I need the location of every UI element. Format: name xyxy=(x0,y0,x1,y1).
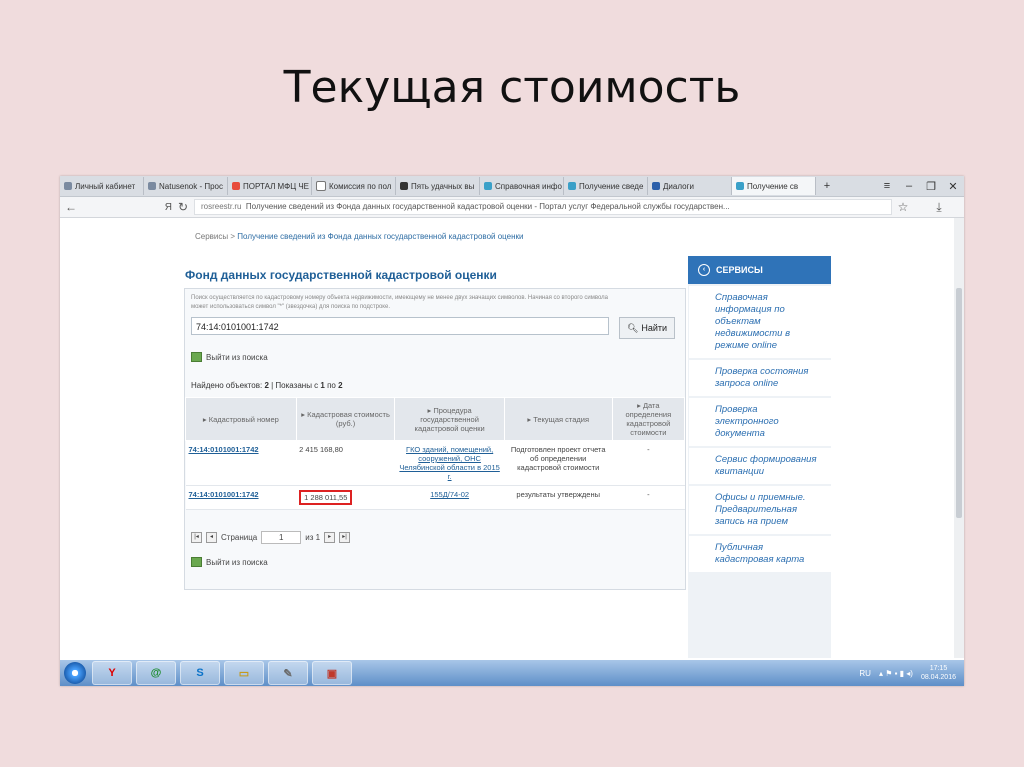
minimize-icon[interactable]: – xyxy=(898,180,920,192)
prev-page-icon[interactable]: ◂ xyxy=(206,532,217,543)
address-bar: ← Я ↻ rosreestr.ru Получение сведений из… xyxy=(60,197,964,218)
start-button[interactable] xyxy=(64,662,86,684)
procedure-link[interactable]: ГКО зданий, помещений, сооружений, ОНС Ч… xyxy=(399,445,499,481)
first-page-icon[interactable]: |◂ xyxy=(191,532,202,543)
yandex-browser-icon[interactable]: Y xyxy=(92,661,132,685)
exit-search-link-bottom[interactable]: Выйти из поиска xyxy=(191,557,268,567)
pagination: |◂ ◂ Страница 1 из 1 ▸ ▸| xyxy=(191,531,351,544)
bookmark-star-icon[interactable]: ☆ xyxy=(892,200,914,214)
browser-screenshot: Личный кабинет Natusenok - Прос ПОРТАЛ М… xyxy=(60,176,964,686)
web-page: Сервисы > Получение сведений из Фонда да… xyxy=(60,218,964,658)
next-page-icon[interactable]: ▸ xyxy=(324,532,336,543)
favicon-icon xyxy=(64,182,72,190)
yandex-icon[interactable]: Я xyxy=(82,202,172,213)
search-icon: 🔍︎ xyxy=(626,322,639,333)
system-tray: RU ▴ ⚑ ▪ ▮ ◂) 17:15 08.04.2016 xyxy=(859,664,964,682)
last-page-icon[interactable]: ▸| xyxy=(339,532,351,543)
play-icon xyxy=(400,182,408,190)
breadcrumb: Сервисы > Получение сведений из Фонда да… xyxy=(195,232,524,241)
scrollbar-thumb[interactable] xyxy=(956,288,962,518)
find-button[interactable]: 🔍︎ Найти xyxy=(619,317,675,339)
highlighted-cost: 1 288 011,55 xyxy=(299,490,353,505)
exit-icon xyxy=(191,352,202,362)
favicon-icon xyxy=(652,182,660,190)
exit-search-link-top[interactable]: Выйти из поиска xyxy=(191,352,268,362)
tab-bar: Личный кабинет Natusenok - Прос ПОРТАЛ М… xyxy=(60,176,964,197)
slide-title: Текущая стоимость xyxy=(283,62,741,113)
date-cell: - xyxy=(612,485,685,510)
search-hint: Поиск осуществляется по кадастровому ном… xyxy=(191,295,608,310)
cost-cell: 2 415 168,80 xyxy=(296,440,395,486)
tab-1[interactable]: Личный кабинет xyxy=(60,177,144,195)
col-cost[interactable]: ▸ Кадастровая стоимость (руб.) xyxy=(295,397,396,441)
tab-2[interactable]: Natusenok - Прос xyxy=(144,177,228,195)
cadastral-number-link[interactable]: 74:14:0101001:1742 xyxy=(189,490,259,499)
favicon-icon xyxy=(148,182,156,190)
scrollbar[interactable] xyxy=(954,218,964,658)
favicon-icon xyxy=(232,182,240,190)
results-count: Найдено объектов: 2 | Показаны с 1 по 2 xyxy=(191,381,343,390)
taskbar: Y @ S ▭ ✎ ▣ RU ▴ ⚑ ▪ ▮ ◂) 17:15 08.04.20… xyxy=(60,660,964,686)
results-table: ▸ Кадастровый номер ▸ Кадастровая стоимо… xyxy=(185,397,686,510)
clock[interactable]: 17:15 08.04.2016 xyxy=(921,664,956,682)
sidebar-header[interactable]: ‹ СЕРВИСЫ xyxy=(688,256,831,284)
table-row: 74:14:0101001:1742 1 288 011,55 155Д/74-… xyxy=(185,485,685,510)
col-procedure[interactable]: ▸ Процедура государственной кадастровой … xyxy=(394,397,505,441)
document-icon xyxy=(316,181,326,191)
sidebar-item-receipt[interactable]: Сервис формирования квитанции xyxy=(688,448,831,484)
sidebar-item-cadastral-map[interactable]: Публичная кадастровая карта xyxy=(688,536,831,572)
col-date[interactable]: ▸ Дата определения кадастровой стоимости xyxy=(611,397,686,441)
download-icon[interactable]: ⤓ xyxy=(914,200,964,215)
folder-icon[interactable]: ▭ xyxy=(224,661,264,685)
chevron-left-icon: ‹ xyxy=(698,264,710,276)
tab-6[interactable]: Справочная инфо xyxy=(480,177,564,195)
sidebar-item-offices[interactable]: Офисы и приемные. Предварительная запись… xyxy=(688,486,831,534)
tray-icons[interactable]: ▴ ⚑ ▪ ▮ ◂) xyxy=(879,669,913,678)
language-indicator[interactable]: RU xyxy=(859,669,871,678)
cadastral-number-link[interactable]: 74:14:0101001:1742 xyxy=(189,445,259,454)
reload-icon[interactable]: ↻ xyxy=(172,200,194,214)
sidebar-item-edoc-check[interactable]: Проверка электронного документа xyxy=(688,398,831,446)
url-field[interactable]: rosreestr.ru Получение сведений из Фонда… xyxy=(194,199,892,215)
back-icon[interactable]: ← xyxy=(60,200,82,214)
stage-cell: результаты утверждены xyxy=(504,485,613,510)
breadcrumb-root[interactable]: Сервисы xyxy=(195,232,228,241)
col-stage[interactable]: ▸ Текущая стадия xyxy=(503,397,613,441)
tab-3[interactable]: ПОРТАЛ МФЦ ЧЕ xyxy=(228,177,312,195)
menu-icon[interactable]: ≡ xyxy=(876,180,898,192)
services-sidebar: ‹ СЕРВИСЫ Справочная информация по объект… xyxy=(688,256,831,658)
close-icon[interactable]: ✕ xyxy=(942,180,964,193)
presentation-icon[interactable]: ▣ xyxy=(312,661,352,685)
search-panel: Поиск осуществляется по кадастровому ном… xyxy=(184,288,686,590)
favicon-icon xyxy=(736,182,744,190)
restore-icon[interactable]: ❐ xyxy=(920,180,942,193)
new-tab-icon[interactable]: + xyxy=(816,180,838,192)
favicon-icon xyxy=(484,182,492,190)
tab-9-active[interactable]: Получение св xyxy=(732,177,816,195)
page-heading: Фонд данных государственной кадастровой … xyxy=(185,268,497,282)
icq-icon[interactable]: @ xyxy=(136,661,176,685)
exit-icon xyxy=(191,557,202,567)
favicon-icon xyxy=(568,182,576,190)
tools-icon[interactable]: ✎ xyxy=(268,661,308,685)
page-number-input[interactable]: 1 xyxy=(261,531,302,544)
search-input[interactable]: 74:14:0101001:1742 xyxy=(191,317,609,335)
procedure-link[interactable]: 155Д/74-02 xyxy=(430,490,469,499)
sidebar-item-request-status[interactable]: Проверка состояния запроса online xyxy=(688,360,831,396)
date-cell: - xyxy=(612,440,685,486)
col-number[interactable]: ▸ Кадастровый номер xyxy=(185,397,297,441)
tab-8[interactable]: Диалоги xyxy=(648,177,732,195)
tab-4[interactable]: Комиссия по пол xyxy=(312,177,396,195)
sidebar-item-reference-info[interactable]: Справочная информация по объектам недвиж… xyxy=(688,286,831,358)
table-row: 74:14:0101001:1742 2 415 168,80 ГКО здан… xyxy=(185,440,685,486)
tab-7[interactable]: Получение сведе xyxy=(564,177,648,195)
tab-5[interactable]: Пять удачных вы xyxy=(396,177,480,195)
stage-cell: Подготовлен проект отчета об определении… xyxy=(504,440,613,486)
breadcrumb-current[interactable]: Получение сведений из Фонда данных госуд… xyxy=(237,232,523,241)
skype-icon[interactable]: S xyxy=(180,661,220,685)
